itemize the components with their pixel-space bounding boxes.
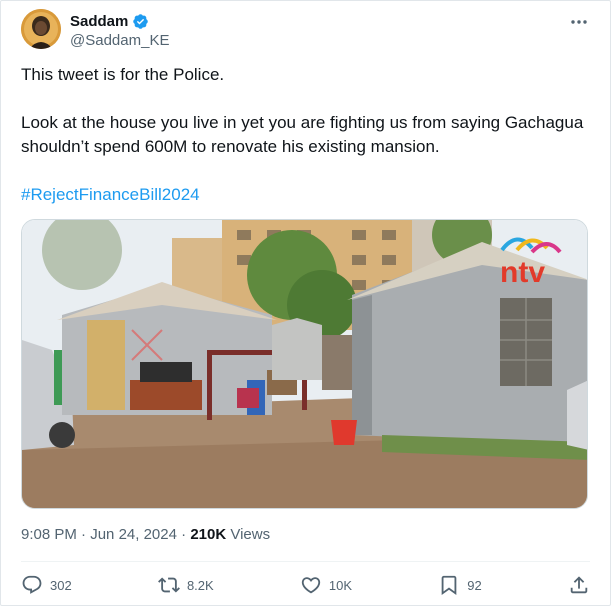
- tweet-card: Saddam @Saddam_KE This tweet is for the …: [0, 0, 611, 606]
- reply-count: 302: [50, 577, 72, 593]
- author-handle[interactable]: @Saddam_KE: [70, 32, 169, 49]
- bookmark-icon: [441, 575, 457, 596]
- repost-button[interactable]: 8.2K: [157, 574, 214, 596]
- share-button[interactable]: [568, 574, 590, 596]
- meta-separator-1: ·: [76, 526, 91, 543]
- author-avatar[interactable]: [21, 9, 61, 49]
- repost-count: 8.2K: [186, 577, 214, 593]
- tweet-text: This tweet is for the Police. Look at th…: [21, 63, 591, 207]
- bookmark-count: 92: [467, 577, 482, 593]
- views-count: 210K: [190, 526, 227, 543]
- heart-icon: [301, 577, 321, 594]
- tweet-media-photo[interactable]: ntv: [21, 219, 588, 509]
- tweet-line-1: This tweet is for the Police.: [21, 65, 225, 84]
- share-icon: [570, 576, 588, 594]
- hashtag-link[interactable]: #RejectFinanceBill2024: [21, 185, 200, 204]
- ntv-watermark-text: ntv: [500, 256, 545, 289]
- tweet-time[interactable]: 9:08 PM: [21, 526, 77, 543]
- tweet-meta: 9:08 PM · Jun 24, 2024 · 210K Views: [21, 526, 270, 543]
- tweet-line-2: Look at the house you live in yet you ar…: [21, 113, 584, 156]
- repost-icon: [157, 577, 180, 593]
- meta-separator-2: ·: [176, 526, 191, 543]
- more-options-button[interactable]: [568, 13, 590, 31]
- author-display-name[interactable]: Saddam: [70, 13, 128, 30]
- media-image: ntv: [22, 220, 587, 508]
- like-button[interactable]: 10K: [300, 574, 352, 596]
- tweet-header: Saddam @Saddam_KE: [21, 9, 590, 51]
- more-icon: [571, 20, 587, 24]
- bookmark-button[interactable]: 92: [438, 574, 482, 596]
- like-count: 10K: [328, 577, 353, 593]
- tweet-date[interactable]: Jun 24, 2024: [90, 526, 177, 543]
- avatar-icon: [21, 9, 61, 49]
- verified-badge-icon[interactable]: [132, 13, 149, 30]
- author-names: Saddam @Saddam_KE: [70, 11, 169, 50]
- reply-icon: [22, 575, 42, 594]
- views-label: Views: [226, 526, 271, 543]
- reply-button[interactable]: 302: [21, 574, 72, 596]
- tweet-actions: 302 8.2K 10K 92: [21, 571, 590, 599]
- actions-divider: [21, 561, 590, 562]
